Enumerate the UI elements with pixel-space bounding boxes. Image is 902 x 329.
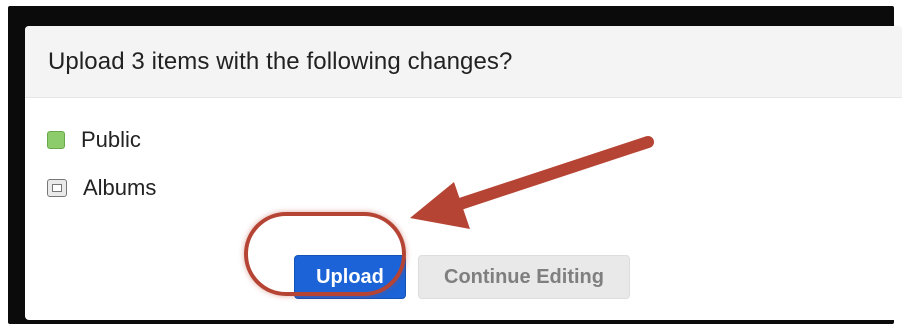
- change-item-albums: Albums: [47, 175, 156, 201]
- upload-button[interactable]: Upload: [294, 255, 406, 299]
- dialog-header: Upload 3 items with the following change…: [25, 26, 902, 98]
- upload-confirm-dialog: Upload 3 items with the following change…: [25, 26, 902, 320]
- continue-editing-button[interactable]: Continue Editing: [418, 255, 630, 299]
- change-item-label: Albums: [83, 175, 157, 200]
- dialog-title: Upload 3 items with the following change…: [48, 47, 513, 75]
- change-item-public: Public: [47, 127, 141, 153]
- public-color-swatch-icon: [47, 131, 65, 149]
- albums-icon: [47, 179, 67, 197]
- change-item-label: Public: [81, 127, 141, 152]
